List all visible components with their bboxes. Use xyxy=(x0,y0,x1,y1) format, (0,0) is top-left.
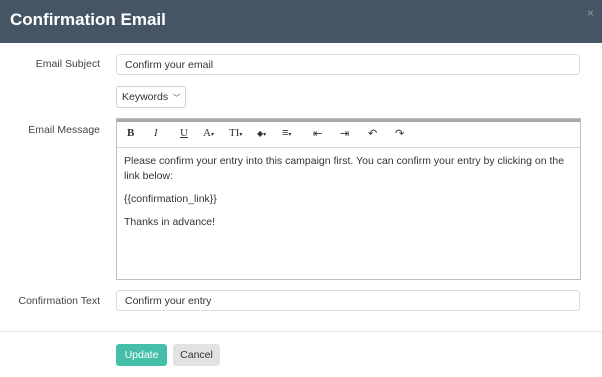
italic-icon[interactable]: I xyxy=(154,127,158,139)
font-size-glyph: TI xyxy=(229,127,240,139)
confirmation-text-input[interactable] xyxy=(116,290,580,311)
message-paragraph: Thanks in advance! xyxy=(124,216,216,228)
caret-icon: ▾ xyxy=(210,132,214,138)
confirmation-email-modal: Confirmation Email × Email Subject Keywo… xyxy=(0,0,602,377)
font-size-icon[interactable]: TI▾ xyxy=(229,127,242,139)
confirmation-text-label: Confirmation Text xyxy=(18,295,100,307)
cancel-button[interactable]: Cancel xyxy=(173,344,220,366)
update-button[interactable]: Update xyxy=(116,344,167,366)
editor-content[interactable]: Please confirm your entry into this camp… xyxy=(124,154,572,238)
caret-icon: ▾ xyxy=(239,132,243,138)
footer-divider xyxy=(0,331,602,332)
keywords-dropdown-button[interactable]: Keywords ﹀ xyxy=(116,86,186,108)
align-icon[interactable]: ≡▾ xyxy=(282,127,291,139)
email-message-label: Email Message xyxy=(28,124,100,136)
editor-toolbar: B I U A▾ TI▾ ◆▾ ≡▾ ⇤ ⇥ ↶ ↷ xyxy=(117,122,580,148)
modal-title: Confirmation Email xyxy=(10,10,166,29)
font-color-icon[interactable]: A▾ xyxy=(203,127,214,139)
message-paragraph: {{confirmation_link}} xyxy=(124,193,217,205)
email-subject-label: Email Subject xyxy=(35,58,100,70)
fill-color-icon[interactable]: ◆▾ xyxy=(257,127,266,139)
indent-icon[interactable]: ⇥ xyxy=(340,127,349,140)
keywords-label: Keywords xyxy=(121,91,169,103)
font-color-glyph: A xyxy=(203,127,211,139)
undo-icon[interactable]: ↶ xyxy=(368,127,377,140)
bold-icon[interactable]: B xyxy=(127,127,134,139)
caret-icon: ▾ xyxy=(288,132,292,138)
caret-icon: ▾ xyxy=(263,132,267,138)
rich-text-editor[interactable]: B I U A▾ TI▾ ◆▾ ≡▾ ⇤ ⇥ ↶ ↷ Please confir… xyxy=(116,118,581,280)
chevron-down-icon: ﹀ xyxy=(173,95,181,102)
underline-icon[interactable]: U xyxy=(180,127,188,139)
outdent-icon[interactable]: ⇤ xyxy=(313,127,322,140)
close-icon[interactable]: × xyxy=(587,6,594,20)
modal-header: Confirmation Email × xyxy=(0,0,602,43)
email-subject-input[interactable] xyxy=(116,54,580,75)
message-paragraph: Please confirm your entry into this camp… xyxy=(124,155,565,182)
redo-icon[interactable]: ↷ xyxy=(395,127,404,140)
